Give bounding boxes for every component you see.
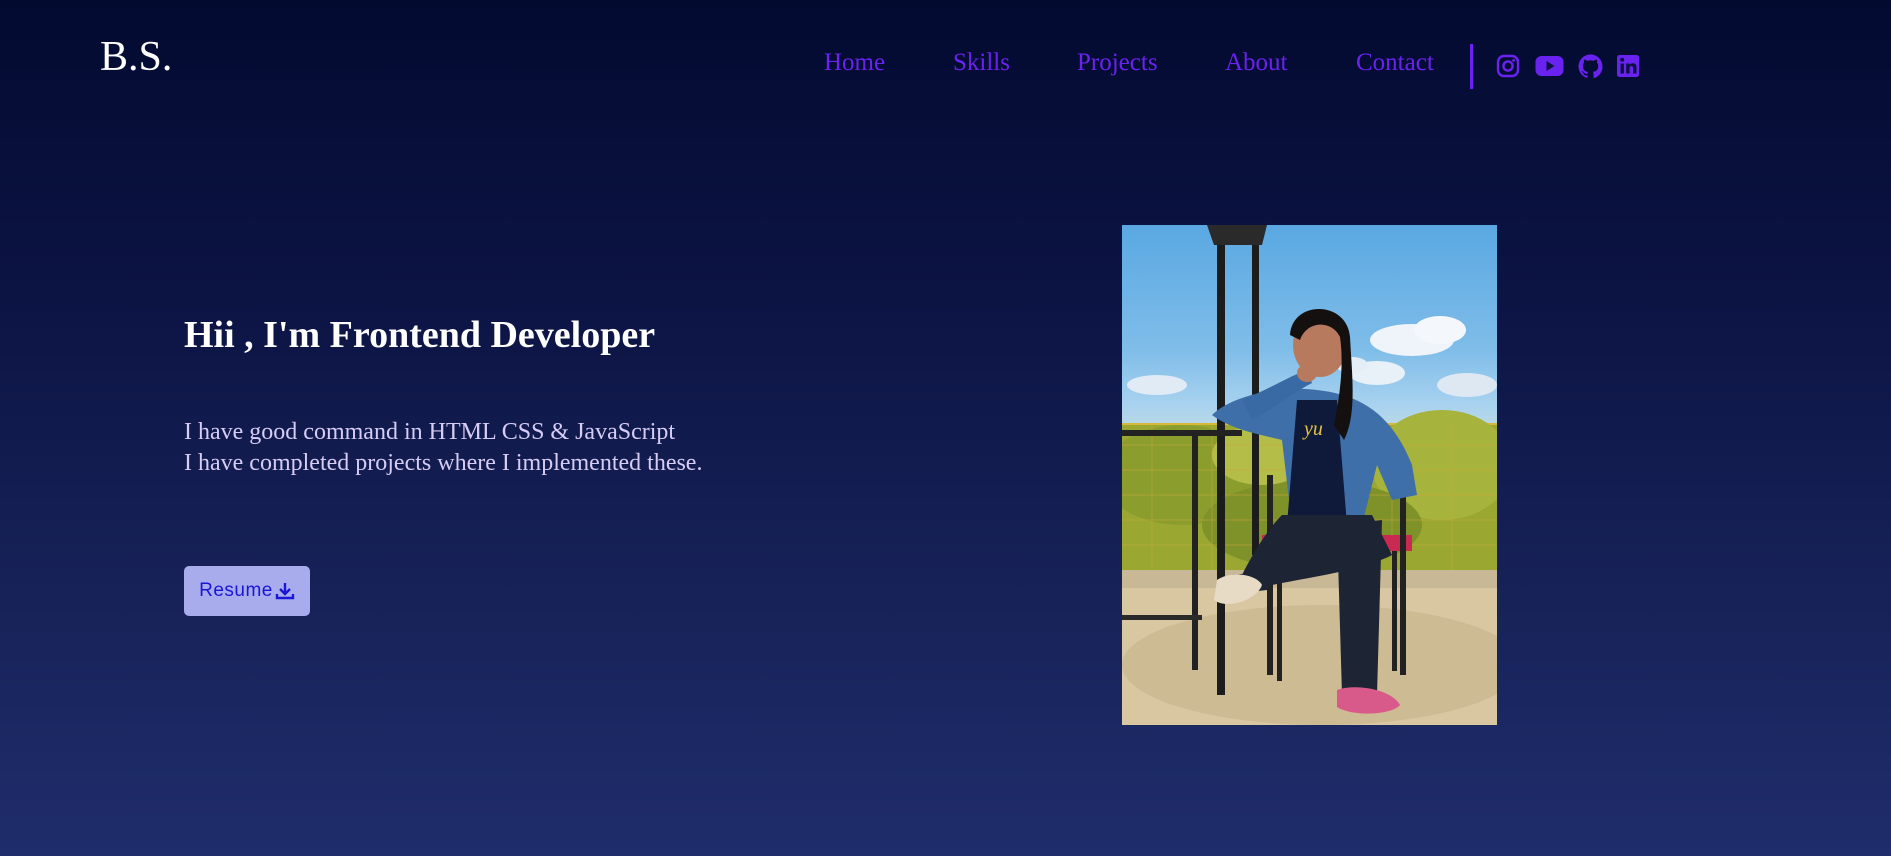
profile-photo: yu bbox=[1122, 225, 1497, 725]
github-icon[interactable] bbox=[1577, 53, 1603, 79]
nav-link-home[interactable]: Home bbox=[824, 48, 885, 78]
resume-button[interactable]: Resume bbox=[184, 566, 310, 616]
linkedin-icon[interactable] bbox=[1615, 53, 1641, 79]
hero-description: I have good command in HTML CSS & JavaSc… bbox=[184, 417, 702, 479]
resume-button-label: Resume bbox=[199, 580, 273, 601]
youtube-icon[interactable] bbox=[1534, 53, 1564, 79]
instagram-icon[interactable] bbox=[1495, 53, 1521, 79]
svg-text:yu: yu bbox=[1302, 418, 1323, 440]
hero-description-line: I have good command in HTML CSS & JavaSc… bbox=[184, 419, 676, 445]
nav-link-skills[interactable]: Skills bbox=[953, 48, 1010, 78]
nav-link-about[interactable]: About bbox=[1225, 48, 1288, 78]
hero-description-line: I have completed projects where I implem… bbox=[184, 450, 703, 476]
download-icon bbox=[275, 581, 295, 601]
site-logo[interactable]: B.S. bbox=[100, 36, 172, 78]
hero-title: Hii , I'm Frontend Developer bbox=[184, 314, 656, 356]
nav-link-projects[interactable]: Projects bbox=[1077, 48, 1158, 78]
nav-divider bbox=[1470, 44, 1473, 89]
nav-link-contact[interactable]: Contact bbox=[1356, 48, 1434, 78]
